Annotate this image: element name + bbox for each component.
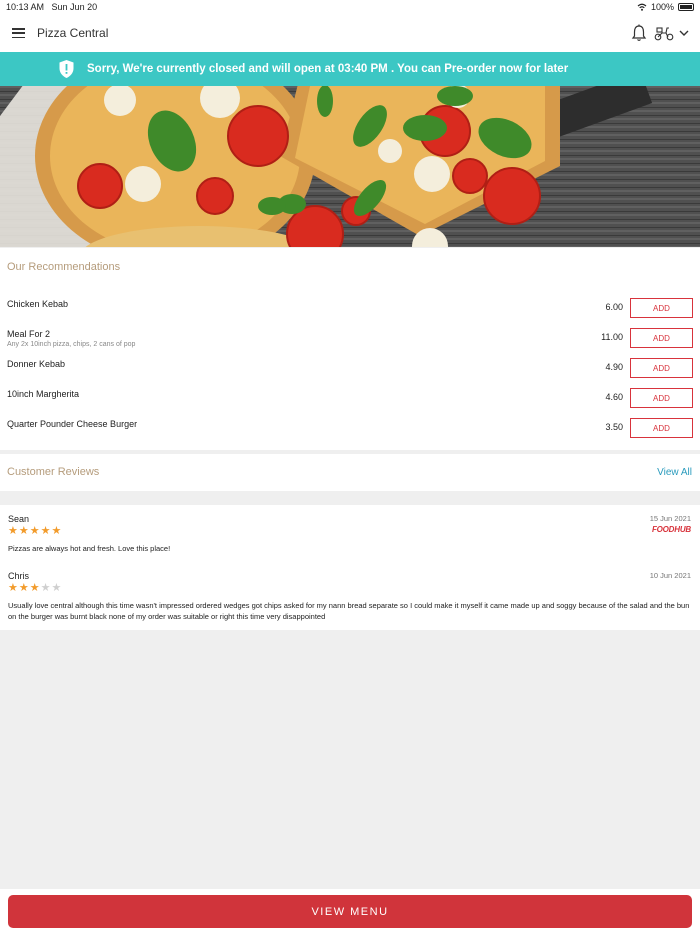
star-icon: ★: [18, 582, 29, 594]
star-icon: ★: [51, 582, 62, 594]
pizza-illustration: [0, 86, 700, 247]
recommendations-title: Our Recommendations: [7, 261, 121, 273]
item-price: 4.60: [605, 392, 623, 402]
item-price: 11.00: [601, 332, 623, 342]
banner-message: Sorry, We're currently closed and will o…: [87, 63, 569, 75]
chevron-down-icon[interactable]: [678, 26, 690, 40]
review-text: Usually love central although this time …: [8, 601, 690, 621]
star-rating: ★ ★ ★ ★ ★: [8, 526, 61, 537]
add-button[interactable]: ADD: [630, 358, 693, 378]
item-price: 3.50: [605, 422, 623, 432]
recommendation-item: Chicken Kebab 6.00 ADD: [0, 298, 700, 328]
page-title: Pizza Central: [37, 26, 109, 40]
recommendation-item: 10inch Margherita 4.60 ADD: [0, 388, 700, 418]
reviews-list: Sean 15 Jun 2021 ★ ★ ★ ★ ★ FOODHUB Pizza…: [0, 505, 700, 630]
reviewer-name: Sean: [8, 514, 30, 524]
review-date: 10 Jun 2021: [649, 571, 691, 580]
recommendations-section: Our Recommendations Chicken Kebab 6.00 A…: [0, 248, 700, 450]
reviewer-name: Chris: [8, 571, 30, 581]
add-button[interactable]: ADD: [630, 388, 693, 408]
recommendation-item: Meal For 2 Any 2x 10inch pizza, chips, 2…: [0, 328, 700, 358]
reviews-header: Customer Reviews View All: [0, 454, 700, 491]
wifi-icon: [637, 3, 647, 11]
item-description: Any 2x 10inch pizza, chips, 2 cans of po…: [7, 341, 136, 348]
status-time-date: 10:13 AM Sun Jun 20: [6, 2, 97, 12]
star-icon: ★: [51, 525, 62, 537]
item-price: 6.00: [605, 302, 623, 312]
item-name: Donner Kebab: [7, 359, 66, 369]
status-date: Sun Jun 20: [51, 2, 98, 12]
hero-pizza-image: [0, 86, 700, 247]
star-icon: ★: [40, 582, 51, 594]
shield-alert-icon: [59, 60, 74, 78]
star-rating: ★ ★ ★ ★ ★: [8, 583, 61, 594]
app-header: Pizza Central: [0, 14, 700, 52]
add-button[interactable]: ADD: [630, 328, 693, 348]
item-name: Chicken Kebab: [7, 299, 69, 309]
review-text: Pizzas are always hot and fresh. Love th…: [8, 544, 171, 553]
star-icon: ★: [8, 525, 18, 537]
recommendation-item: Donner Kebab 4.90 ADD: [0, 358, 700, 388]
bottom-bar: VIEW MENU: [0, 889, 700, 934]
battery-icon: [678, 3, 694, 11]
closed-banner: Sorry, We're currently closed and will o…: [0, 52, 700, 86]
recommendation-item: Quarter Pounder Cheese Burger 3.50 ADD: [0, 418, 700, 448]
add-button[interactable]: ADD: [630, 418, 693, 438]
scooter-icon[interactable]: [654, 24, 674, 42]
item-name: 10inch Margherita: [7, 389, 80, 399]
star-icon: ★: [29, 582, 40, 594]
status-time: 10:13 AM: [6, 2, 45, 12]
status-bar: 10:13 AM Sun Jun 20 100%: [0, 0, 700, 14]
review-date: 15 Jun 2021: [649, 514, 691, 523]
star-icon: ★: [8, 582, 18, 594]
menu-icon[interactable]: [12, 28, 25, 38]
star-icon: ★: [29, 525, 40, 537]
review-source-logo: FOODHUB: [651, 525, 691, 534]
view-all-link[interactable]: View All: [657, 467, 692, 478]
bell-icon[interactable]: [631, 24, 647, 42]
battery-percent: 100%: [650, 2, 674, 12]
star-icon: ★: [18, 525, 29, 537]
reviews-title: Customer Reviews: [7, 466, 100, 478]
view-menu-button[interactable]: VIEW MENU: [8, 895, 692, 928]
item-price: 4.90: [605, 362, 623, 372]
add-button[interactable]: ADD: [630, 298, 693, 318]
star-icon: ★: [40, 525, 51, 537]
status-right: 100%: [637, 2, 694, 12]
item-name: Meal For 2: [7, 329, 51, 339]
item-name: Quarter Pounder Cheese Burger: [7, 419, 138, 429]
